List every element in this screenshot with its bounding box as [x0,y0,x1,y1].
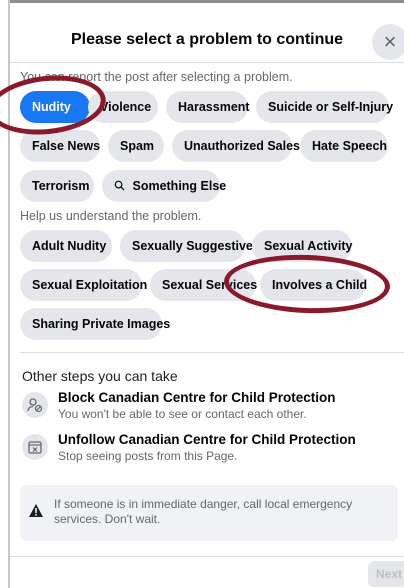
unfollow-subtitle: Stop seeing posts from this Page. [58,449,238,463]
block-subtitle: You won't be able to see or contact each… [58,407,307,421]
window-edge-top [8,0,404,3]
annotation-circle-involves-a-child [223,252,391,316]
unfollow-page-option[interactable]: Unfollow Canadian Centre for Child Prote… [20,432,398,468]
section-divider [20,352,404,353]
chip-adult-nudity[interactable]: Adult Nudity [20,230,112,262]
chip-sharing-private-images[interactable]: Sharing Private Images [20,308,170,340]
warning-text: If someone is in immediate danger, call … [54,497,353,526]
chip-sexual-exploitation[interactable]: Sexual Exploitation [20,269,147,301]
warning-icon [28,503,44,523]
other-steps-title: Other steps you can take [22,368,178,384]
block-page-option[interactable]: Block Canadian Centre for Child Protecti… [20,390,398,426]
report-dialog: Please select a problem to continue × Yo… [0,0,404,588]
close-icon: × [383,29,397,54]
unfollow-icon [22,434,48,460]
emergency-warning: If someone is in immediate danger, call … [20,485,398,541]
close-button[interactable]: × [372,24,404,60]
block-user-icon [22,392,48,418]
block-title: Block Canadian Centre for Child Protecti… [58,390,336,405]
dialog-title: Please select a problem to continue [70,31,344,48]
dialog-header: Please select a problem to continue × [10,4,404,63]
search-icon [114,179,128,193]
chip-suicide-self-injury[interactable]: Suicide or Self-Injury [256,91,393,123]
unfollow-title: Unfollow Canadian Centre for Child Prote… [58,432,356,447]
chip-terrorism[interactable]: Terrorism [20,170,94,202]
next-button[interactable]: Next [368,561,404,587]
footer-divider [10,556,404,557]
chip-sexually-suggestive[interactable]: Sexually Suggestive [120,230,253,262]
chip-harassment[interactable]: Harassment [166,91,250,123]
chip-unauthorized-sales[interactable]: Unauthorized Sales [172,130,300,162]
chip-spam[interactable]: Spam [108,130,164,162]
chip-false-news[interactable]: False News [20,130,100,162]
subproblems-hint: Help us understand the problem. [20,209,202,223]
chip-something-else[interactable]: Something Else [102,170,226,202]
chip-hate-speech[interactable]: Hate Speech [300,130,388,162]
